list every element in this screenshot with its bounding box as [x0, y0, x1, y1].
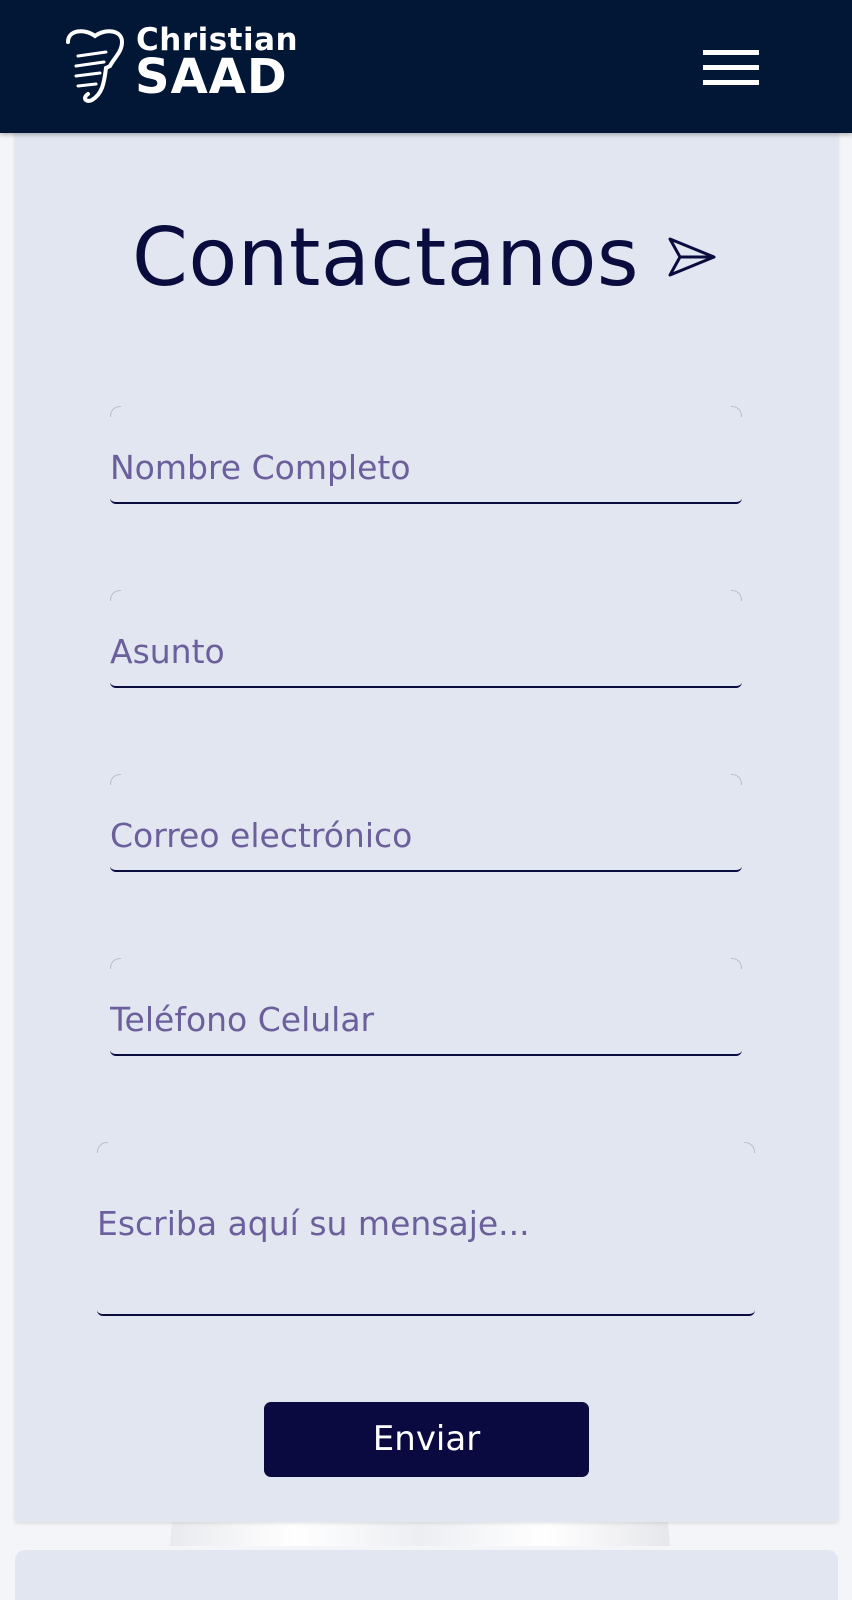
brand-last-name: SAAD: [135, 49, 288, 105]
brand-logo[interactable]: Christian SAAD: [62, 24, 298, 105]
submit-button[interactable]: Enviar: [264, 1402, 589, 1477]
full-name-field-wrapper: [110, 406, 742, 504]
paper-plane-icon: [668, 237, 716, 277]
page-title: Contactanos: [132, 211, 640, 304]
hamburger-menu-icon[interactable]: [697, 44, 761, 92]
page: Christian SAAD Contactanos Nombre Comple…: [0, 0, 852, 1600]
menu-bar: [703, 80, 759, 85]
site-header: Christian SAAD: [0, 0, 852, 133]
phone-field-wrapper: [110, 958, 742, 1056]
subject-field-wrapper: [110, 590, 742, 688]
message-textarea[interactable]: [97, 1142, 755, 1314]
message-field-wrapper: [97, 1142, 755, 1316]
subject-input[interactable]: [110, 590, 742, 686]
contact-title-row: Contactanos: [15, 202, 838, 312]
phone-input[interactable]: [110, 958, 742, 1054]
menu-bar: [703, 50, 759, 55]
contact-form-card: Contactanos Enviar: [15, 126, 838, 1522]
menu-bar: [703, 65, 759, 70]
next-section-card: [15, 1550, 838, 1600]
email-input[interactable]: [110, 774, 742, 870]
tooth-implant-icon: [66, 29, 125, 103]
email-field-wrapper: [110, 774, 742, 872]
full-name-input[interactable]: [110, 406, 742, 502]
